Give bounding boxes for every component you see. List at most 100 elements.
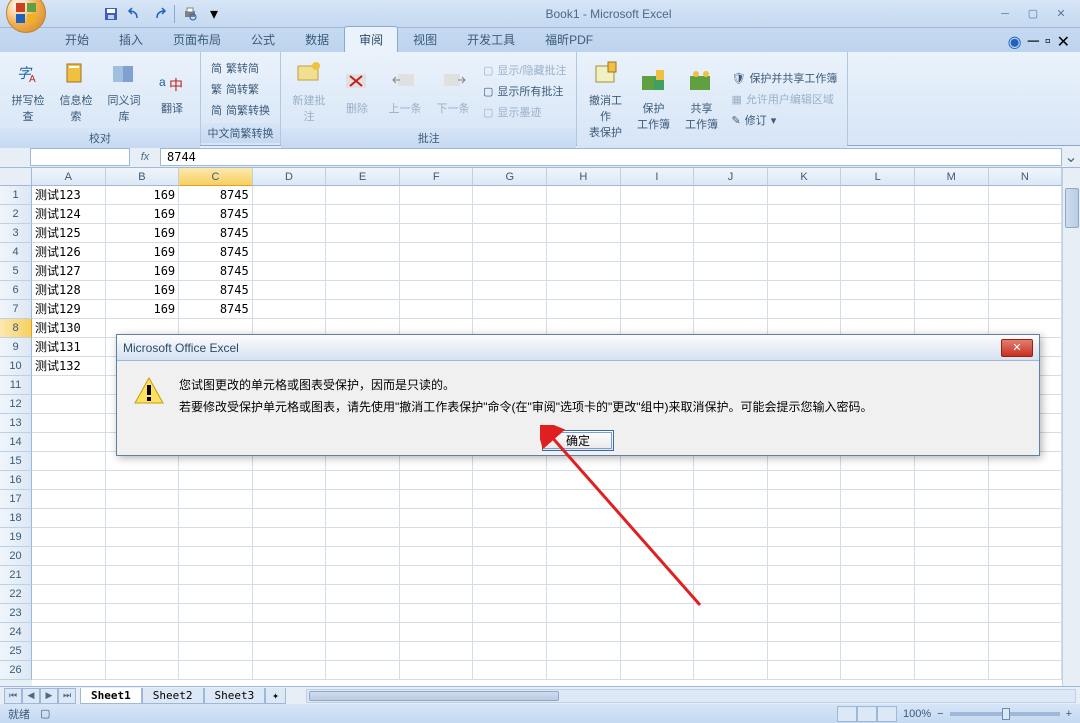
row-header[interactable]: 14 (0, 433, 32, 452)
cell[interactable] (915, 585, 989, 604)
cell[interactable] (621, 642, 695, 661)
protect-workbook-button[interactable]: 保护 工作簿 (631, 62, 675, 136)
row-header[interactable]: 23 (0, 604, 32, 623)
cell[interactable] (621, 186, 695, 205)
cell[interactable] (473, 604, 547, 623)
cell[interactable] (32, 623, 106, 642)
cell[interactable] (989, 642, 1063, 661)
cell[interactable] (400, 566, 474, 585)
cell[interactable] (621, 623, 695, 642)
new-comment-button[interactable]: 新建批注 (287, 54, 331, 128)
cell[interactable] (32, 509, 106, 528)
cell[interactable]: 169 (106, 281, 180, 300)
cell[interactable] (547, 566, 621, 585)
cell[interactable] (326, 281, 400, 300)
cell[interactable] (179, 566, 253, 585)
cell[interactable] (106, 490, 180, 509)
cell[interactable] (768, 300, 842, 319)
spelling-button[interactable]: 字A拼写检查 (6, 54, 50, 128)
cell[interactable] (768, 243, 842, 262)
cell[interactable] (621, 585, 695, 604)
protect-share-button[interactable]: 🛡保护并共享工作簿 (727, 68, 841, 88)
row-header[interactable]: 24 (0, 623, 32, 642)
cell[interactable]: 169 (106, 243, 180, 262)
cell[interactable] (473, 509, 547, 528)
view-layout-icon[interactable] (857, 706, 877, 722)
cell[interactable] (915, 186, 989, 205)
traditional-button[interactable]: 繁简转繁 (207, 79, 274, 99)
cell[interactable] (915, 547, 989, 566)
cell[interactable] (621, 509, 695, 528)
new-sheet-icon[interactable]: ✦ (265, 688, 286, 704)
row-header[interactable]: 17 (0, 490, 32, 509)
cell[interactable] (915, 604, 989, 623)
row-header[interactable]: 25 (0, 642, 32, 661)
print-preview-icon[interactable] (179, 3, 201, 25)
cell[interactable] (915, 262, 989, 281)
sheet-tab-2[interactable]: Sheet2 (142, 688, 204, 704)
cell[interactable] (473, 224, 547, 243)
cell[interactable] (841, 490, 915, 509)
row-header[interactable]: 3 (0, 224, 32, 243)
cell[interactable] (179, 661, 253, 680)
cell[interactable] (473, 585, 547, 604)
cell[interactable] (32, 547, 106, 566)
cell[interactable]: 测试128 (32, 281, 106, 300)
cell[interactable] (400, 186, 474, 205)
cell[interactable] (694, 528, 768, 547)
cell[interactable] (694, 509, 768, 528)
cell[interactable] (694, 243, 768, 262)
thesaurus-button[interactable]: 同义词库 (102, 54, 146, 128)
dialog-title-bar[interactable]: Microsoft Office Excel ✕ (117, 335, 1039, 361)
cell[interactable]: 测试132 (32, 357, 106, 376)
cell[interactable] (179, 528, 253, 547)
cell[interactable] (694, 471, 768, 490)
cell[interactable] (32, 490, 106, 509)
cell[interactable] (32, 604, 106, 623)
cell[interactable] (253, 224, 327, 243)
cell[interactable] (473, 490, 547, 509)
cell[interactable] (768, 224, 842, 243)
cell[interactable] (400, 585, 474, 604)
cell[interactable] (400, 243, 474, 262)
cell[interactable] (326, 509, 400, 528)
cell[interactable] (768, 509, 842, 528)
cell[interactable] (547, 281, 621, 300)
cell[interactable]: 169 (106, 224, 180, 243)
cell[interactable] (253, 281, 327, 300)
cell[interactable] (179, 642, 253, 661)
cell[interactable] (179, 585, 253, 604)
cell[interactable] (694, 623, 768, 642)
cell[interactable] (547, 509, 621, 528)
macro-record-icon[interactable]: ▢ (40, 707, 50, 720)
row-header[interactable]: 4 (0, 243, 32, 262)
cell[interactable] (400, 661, 474, 680)
row-header[interactable]: 19 (0, 528, 32, 547)
cell[interactable] (253, 262, 327, 281)
cell[interactable] (694, 604, 768, 623)
sheet-prev-icon[interactable]: ◀ (22, 688, 40, 704)
tab-formulas[interactable]: 公式 (236, 26, 290, 52)
cell[interactable] (400, 490, 474, 509)
doc-restore-icon[interactable]: ▫ (1045, 33, 1051, 51)
cell[interactable] (841, 566, 915, 585)
cell[interactable] (989, 566, 1063, 585)
cell[interactable] (547, 490, 621, 509)
cell[interactable] (841, 528, 915, 547)
cell[interactable] (621, 281, 695, 300)
cell[interactable] (326, 224, 400, 243)
cell[interactable] (989, 186, 1063, 205)
cell[interactable] (179, 471, 253, 490)
cell[interactable] (253, 528, 327, 547)
cell[interactable] (841, 205, 915, 224)
name-box[interactable] (30, 148, 130, 166)
column-header[interactable]: A (32, 168, 106, 186)
tab-data[interactable]: 数据 (290, 26, 344, 52)
column-header[interactable]: G (473, 168, 547, 186)
cell[interactable] (621, 604, 695, 623)
expand-formula-icon[interactable]: ⌄ (1062, 147, 1080, 167)
cell[interactable] (694, 661, 768, 680)
scroll-thumb[interactable] (1065, 188, 1079, 228)
cell[interactable] (915, 471, 989, 490)
row-header[interactable]: 12 (0, 395, 32, 414)
